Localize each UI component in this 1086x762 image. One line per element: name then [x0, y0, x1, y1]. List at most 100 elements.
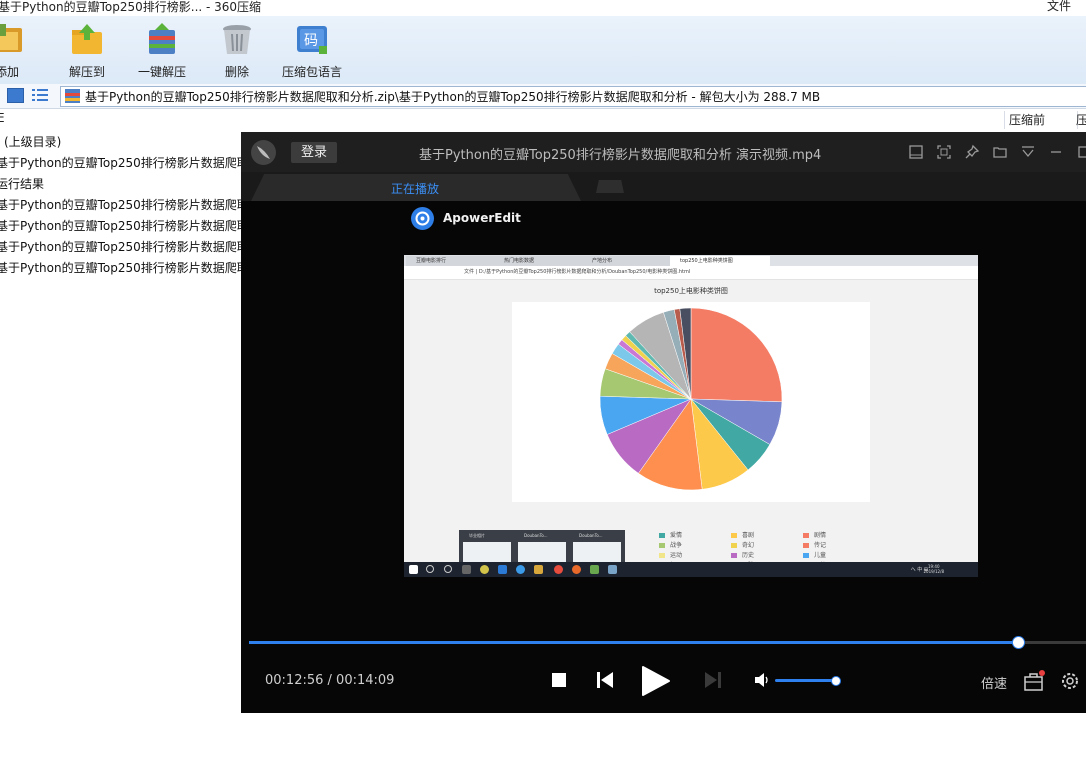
open-folder-icon[interactable]: [992, 144, 1008, 160]
previous-icon: [597, 672, 613, 688]
video-page: top250上电影种类饼图 爱情 喜剧 剧情 战争 奇幻 传记 运动 历史 儿童…: [404, 280, 978, 577]
volume-button[interactable]: [754, 673, 770, 690]
chart-container: [512, 302, 870, 502]
legend-item: 剧情: [814, 532, 827, 539]
maximize-icon[interactable]: [1076, 144, 1086, 160]
app-icon: [480, 565, 489, 574]
player-header: 登录 基于Python的豆瓣Top250排行榜影片数据爬取和分析 演示视频.mp…: [241, 132, 1086, 172]
tab-now-playing-label: 正在播放: [391, 182, 440, 196]
play-icon: [642, 666, 670, 696]
video-browser-url: 文件 | D:/基于Python的豆瓣Top250排行榜影片数据爬取和分析/Do…: [464, 269, 691, 275]
archive-language-button[interactable]: 码 压缩包语言: [280, 22, 344, 84]
legend-item: 奇幻: [742, 542, 755, 549]
legend-item: 儿童: [814, 552, 827, 559]
zip-title-bar: 基于Python的豆瓣Top250排行榜影... - 360压缩 文件: [0, 0, 1086, 16]
list-item[interactable]: 基于Python的豆瓣Top250排行榜影片数据爬取: [0, 258, 260, 279]
seek-bar-handle[interactable]: [1011, 636, 1025, 649]
column-header: E 压缩前 压: [0, 110, 1086, 130]
one-click-extract-button[interactable]: 一键解压: [136, 22, 188, 84]
legend-item: 喜剧: [742, 532, 755, 539]
video-frame[interactable]: 豆瓣电影排行 热门电影数据 产地分布 top250上电影种类饼图 文件 | D:…: [404, 255, 978, 577]
video-taskbar: へ 中 ⊞ 19:40 2019/12/8: [404, 562, 978, 577]
delete-button[interactable]: 删除: [218, 22, 256, 84]
task-view-icon: [462, 565, 471, 574]
player-title: 基于Python的豆瓣Top250排行榜影片数据爬取和分析 演示视频.mp4: [419, 148, 822, 163]
current-time: 00:12:56 /: [265, 673, 332, 688]
tab-new[interactable]: [596, 180, 624, 193]
thumbnail-view-icon[interactable]: [7, 88, 24, 103]
play-button[interactable]: [640, 665, 672, 700]
mini-mode-icon[interactable]: [908, 144, 924, 160]
time-display: 00:12:56 / 00:14:09: [265, 673, 394, 688]
minimize-icon[interactable]: [1048, 144, 1064, 160]
menu-dropdown-icon[interactable]: [1020, 144, 1036, 160]
cortana-icon: [444, 565, 452, 573]
clock: 19:40 2019/12/8: [923, 564, 944, 574]
legend-item: 历史: [742, 552, 755, 559]
legend-item: 传记: [814, 542, 827, 549]
list-item[interactable]: 运行结果: [0, 174, 260, 195]
column-name-stub[interactable]: E: [0, 111, 5, 125]
login-button[interactable]: 登录: [291, 142, 337, 163]
tab-now-playing[interactable]: 正在播放: [251, 174, 581, 201]
stop-icon: [552, 673, 566, 687]
extract-to-button[interactable]: 解压到: [62, 22, 112, 84]
legend-item: 运动: [670, 552, 683, 559]
next-icon: [705, 672, 721, 688]
toolbox-icon: [1024, 670, 1045, 691]
screenshot-icon[interactable]: [936, 144, 952, 160]
list-item[interactable]: 基于Python的豆瓣Top250排行榜影片数据爬取: [0, 153, 260, 174]
legend-item: 爱情: [670, 532, 683, 539]
firefox-icon: [572, 565, 581, 574]
pie-chart: [599, 307, 783, 491]
video-browser-tabs: 豆瓣电影排行 热门电影数据 产地分布 top250上电影种类饼图: [404, 255, 978, 266]
speed-button[interactable]: 倍速: [981, 673, 1007, 692]
settings-button[interactable]: [1060, 671, 1080, 694]
player-logo-icon: [251, 140, 276, 165]
app-icon: [608, 565, 617, 574]
seek-bar-fill: [249, 641, 1018, 644]
search-icon: [426, 565, 434, 573]
delete-icon: [220, 22, 254, 56]
archive-icon: [65, 89, 80, 103]
pin-icon[interactable]: [964, 144, 980, 160]
menu-file[interactable]: 文件: [1047, 0, 1071, 14]
one-click-extract-icon: [145, 22, 179, 56]
watermark-text: ApowerEdit: [443, 211, 521, 225]
zip-toolbar: 添加 解压到 一键解压 删除 码 压缩包语言: [0, 16, 1086, 84]
apoweredit-logo-icon: [411, 207, 434, 230]
address-text: 基于Python的豆瓣Top250排行榜影片数据爬取和分析.zip\基于Pyth…: [85, 90, 821, 104]
volume-icon: [755, 673, 768, 687]
list-item-parent[interactable]: (上级目录): [4, 132, 260, 153]
list-item[interactable]: 基于Python的豆瓣Top250排行榜影片数据爬取: [0, 216, 260, 237]
address-input[interactable]: 基于Python的豆瓣Top250排行榜影片数据爬取和分析.zip\基于Pyth…: [60, 86, 1086, 107]
app-icon: [590, 565, 599, 574]
explorer-icon: [534, 565, 543, 574]
list-view-icon[interactable]: [32, 88, 48, 102]
add-button[interactable]: 添加: [0, 22, 30, 84]
video-browser-tab: 热门电影数据: [494, 256, 588, 266]
delete-label: 删除: [224, 65, 249, 79]
archive-language-icon: 码: [295, 22, 329, 56]
seek-bar[interactable]: [249, 636, 1086, 649]
toolbox-button[interactable]: [1023, 670, 1045, 695]
chrome-icon: [554, 565, 563, 574]
previous-button[interactable]: [596, 671, 614, 692]
preview-title: DoubanTo...: [579, 533, 603, 538]
video-browser-url-bar: 文件 | D:/基于Python的豆瓣Top250排行榜影片数据爬取和分析/Do…: [404, 266, 978, 280]
volume-slider-handle[interactable]: [830, 676, 841, 686]
add-icon: [0, 22, 24, 56]
pie-slice-剧情: [690, 307, 783, 403]
list-item[interactable]: 基于Python的豆瓣Top250排行榜影片数据爬取: [0, 237, 260, 258]
column-compressed-before[interactable]: 压缩前: [1004, 111, 1078, 129]
next-button[interactable]: [704, 671, 722, 692]
column-next[interactable]: 压: [1076, 111, 1086, 129]
archive-language-label: 压缩包语言: [281, 65, 342, 79]
stop-button[interactable]: [551, 672, 567, 691]
file-list: (上级目录) 基于Python的豆瓣Top250排行榜影片数据爬取 运行结果 基…: [0, 132, 260, 279]
address-bar-row: 基于Python的豆瓣Top250排行榜影片数据爬取和分析.zip\基于Pyth…: [0, 84, 1086, 109]
chart-title: top250上电影种类饼图: [654, 287, 728, 295]
list-item[interactable]: 基于Python的豆瓣Top250排行榜影片数据爬取: [0, 195, 260, 216]
gear-icon: [1062, 673, 1078, 689]
volume-slider[interactable]: [775, 679, 835, 682]
